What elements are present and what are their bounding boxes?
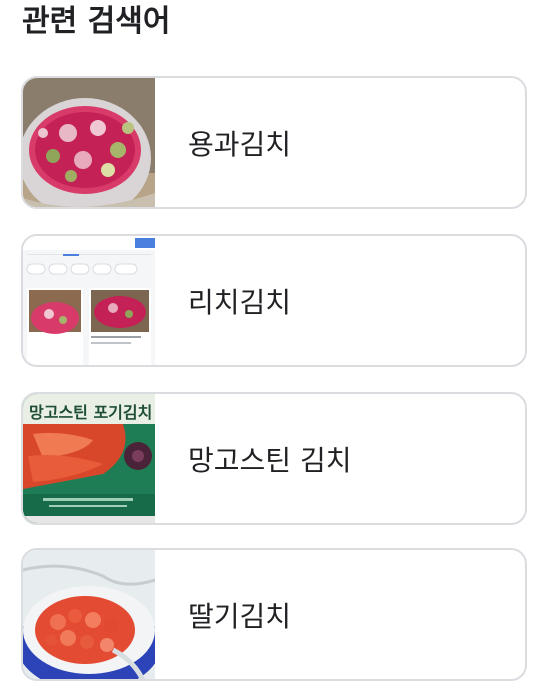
strawberry-kimchi-thumbnail	[23, 550, 155, 679]
related-search-card-lychee-kimchi[interactable]: 리치김치	[21, 234, 527, 367]
related-search-label: 리치김치	[188, 285, 292, 319]
dragonfruit-kimchi-thumbnail	[23, 78, 155, 207]
lychee-kimchi-thumbnail	[23, 236, 155, 365]
related-search-label: 딸기김치	[188, 599, 292, 633]
mangosteen-kimchi-thumbnail: 망고스틴 포기김치	[23, 394, 155, 523]
related-search-card-mangosteen-kimchi[interactable]: 망고스틴 포기김치 망고스틴 김치	[21, 392, 527, 525]
package-title-text: 망고스틴 포기김치	[29, 403, 152, 422]
related-search-label: 용과김치	[188, 127, 292, 161]
related-search-label: 망고스틴 김치	[188, 443, 352, 477]
related-search-card-strawberry-kimchi[interactable]: 딸기김치	[21, 548, 527, 681]
related-searches-title: 관련 검색어	[22, 4, 171, 39]
related-search-card-dragonfruit-kimchi[interactable]: 용과김치	[21, 76, 527, 209]
